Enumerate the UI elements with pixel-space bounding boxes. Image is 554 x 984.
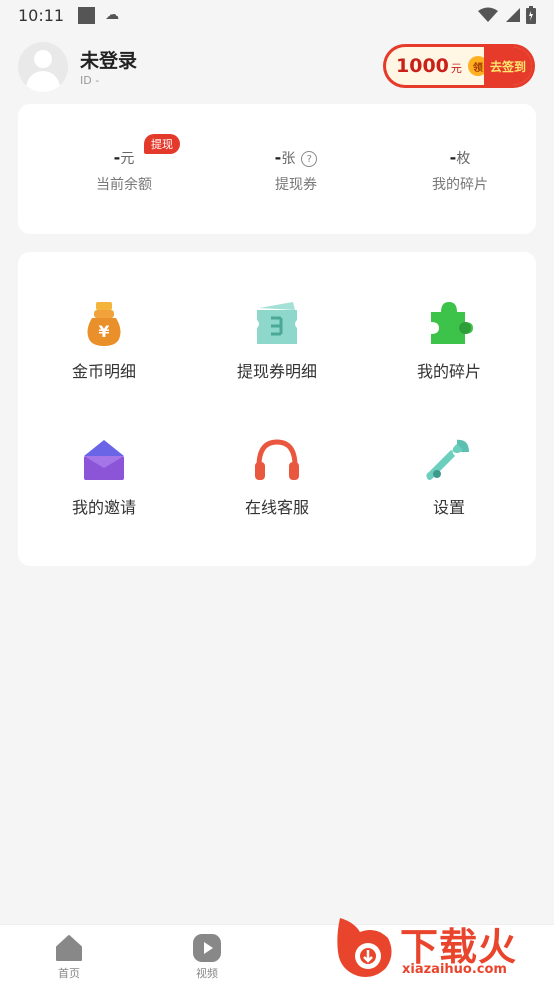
envelope-icon [84,440,124,480]
checkin-button[interactable]: 1000 元 领 去签到 [383,44,535,88]
money-bag-icon: ¥ [87,302,121,346]
menu-label: 金币明细 [71,362,136,381]
menu-card: ¥ 金币明细 提现券明细 我的碎片 我的邀请 在线客服 设置 [18,252,536,566]
nav-label: 视频 [196,967,218,980]
menu-my-invitations[interactable]: 我的邀请 [29,436,179,518]
nav-label: 首页 [58,967,80,980]
stat-unit: 张 [281,151,296,167]
wifi-icon [478,7,498,22]
user-name[interactable]: 未登录 [80,46,137,73]
home-icon [56,935,82,961]
menu-label: 我的邀请 [71,498,136,517]
nav-home[interactable]: 首页 [34,933,104,981]
stats-card: 提现 -元 当前余额 -张? 提现券 -枚 我的碎片 [18,104,536,234]
battery-icon [526,6,536,24]
ticket-icon [257,302,297,344]
status-bar: 10:11 ☁ [0,0,554,30]
stat-label: 提现券 [275,177,317,193]
watermark: 下载火 xiazaihuo.com [330,912,552,982]
stat-unit: 元 [120,151,135,167]
menu-label: 提现券明细 [236,362,317,381]
watermark-url: xiazaihuo.com [402,962,507,977]
checkin-action: 去签到 [484,47,532,85]
stat-label: 我的碎片 [432,177,488,193]
menu-settings[interactable]: 设置 [374,436,524,518]
play-icon [193,934,221,962]
menu-label: 在线客服 [244,498,309,517]
menu-coin-details[interactable]: ¥ 金币明细 [29,300,179,382]
user-header: 未登录 ID - 1000 元 领 去签到 [18,42,536,92]
checkin-amount: 1000 [396,55,449,77]
stat-withdraw-voucher[interactable]: -张? 提现券 [221,148,371,194]
menu-label: 设置 [432,498,465,517]
stat-label: 当前余额 [96,177,152,193]
nav-video[interactable]: 视频 [172,933,242,981]
menu-voucher-details[interactable]: 提现券明细 [202,300,352,382]
flame-logo-icon [337,918,392,977]
stat-fragments[interactable]: -枚 我的碎片 [385,148,535,194]
puzzle-icon [431,302,473,344]
checkin-unit: 元 [450,62,462,75]
user-id: ID - [80,74,100,87]
signal-icon [506,8,520,22]
svg-text:¥: ¥ [98,322,109,341]
square-icon [78,6,96,24]
help-icon[interactable]: ? [301,151,318,167]
menu-online-support[interactable]: 在线客服 [202,436,352,518]
avatar[interactable] [18,42,68,92]
stat-unit: 枚 [456,151,471,167]
headphones-icon [255,439,299,480]
menu-label: 我的碎片 [416,362,481,381]
wrench-icon [426,439,469,480]
cloud-icon: ☁ [105,7,120,23]
stat-balance[interactable]: -元 当前余额 [49,148,199,194]
status-time: 10:11 [18,5,65,25]
menu-my-fragments[interactable]: 我的碎片 [374,300,524,382]
